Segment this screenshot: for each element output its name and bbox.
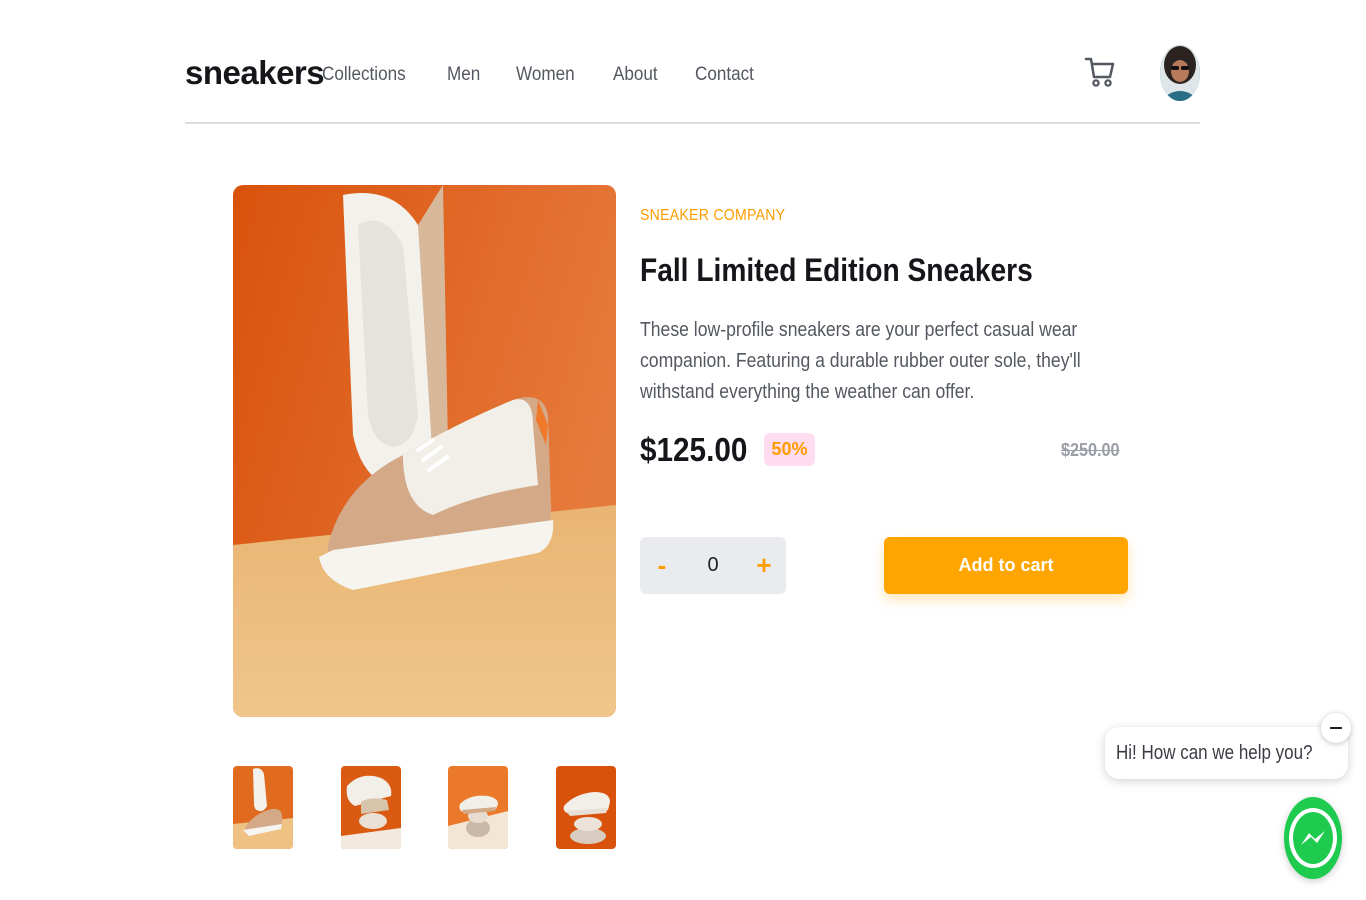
nav-link-women[interactable]: Women [516, 64, 575, 86]
nav-link-about[interactable]: About [613, 64, 658, 86]
nav-link-collections[interactable]: Collections [322, 64, 406, 86]
messenger-icon[interactable] [1284, 797, 1342, 879]
thumbnail-2[interactable] [341, 766, 401, 849]
discount-badge: 50% [764, 433, 815, 466]
main-nav: Collections Men Women About Contact [322, 64, 792, 86]
current-price: $125.00 [640, 431, 748, 468]
chat-minimize-button[interactable] [1321, 713, 1351, 743]
nav-link-contact[interactable]: Contact [695, 64, 754, 86]
chat-greeting-bubble[interactable]: Hi! How can we help you? [1105, 727, 1348, 779]
quantity-value: 0 [707, 554, 719, 576]
original-price: $250.00 [1061, 440, 1120, 460]
user-avatar[interactable] [1160, 45, 1200, 101]
increase-quantity-button[interactable]: + [742, 537, 786, 594]
site-header: sneakers Collections Men Women About Con… [185, 40, 1200, 124]
nav-link-men[interactable]: Men [447, 64, 480, 86]
add-to-cart-button[interactable]: Add to cart [884, 537, 1128, 594]
chat-greeting-text: Hi! How can we help you? [1116, 742, 1313, 764]
company-label: SNEAKER COMPANY [640, 207, 786, 224]
thumbnail-4[interactable] [556, 766, 616, 849]
product-main-image[interactable] [233, 185, 616, 717]
cart-icon[interactable] [1083, 55, 1117, 89]
product-description: These low-profile sneakers are your perf… [640, 319, 1081, 403]
minus-icon [1330, 727, 1342, 729]
thumbnail-strip [233, 766, 616, 849]
thumbnail-1[interactable] [233, 766, 293, 849]
thumbnail-3[interactable] [448, 766, 508, 849]
site-logo[interactable]: sneakers [185, 54, 325, 92]
product-title: Fall Limited Edition Sneakers [640, 252, 1033, 288]
decrease-quantity-button[interactable]: - [640, 537, 684, 594]
quantity-stepper: - 0 + [640, 537, 786, 594]
